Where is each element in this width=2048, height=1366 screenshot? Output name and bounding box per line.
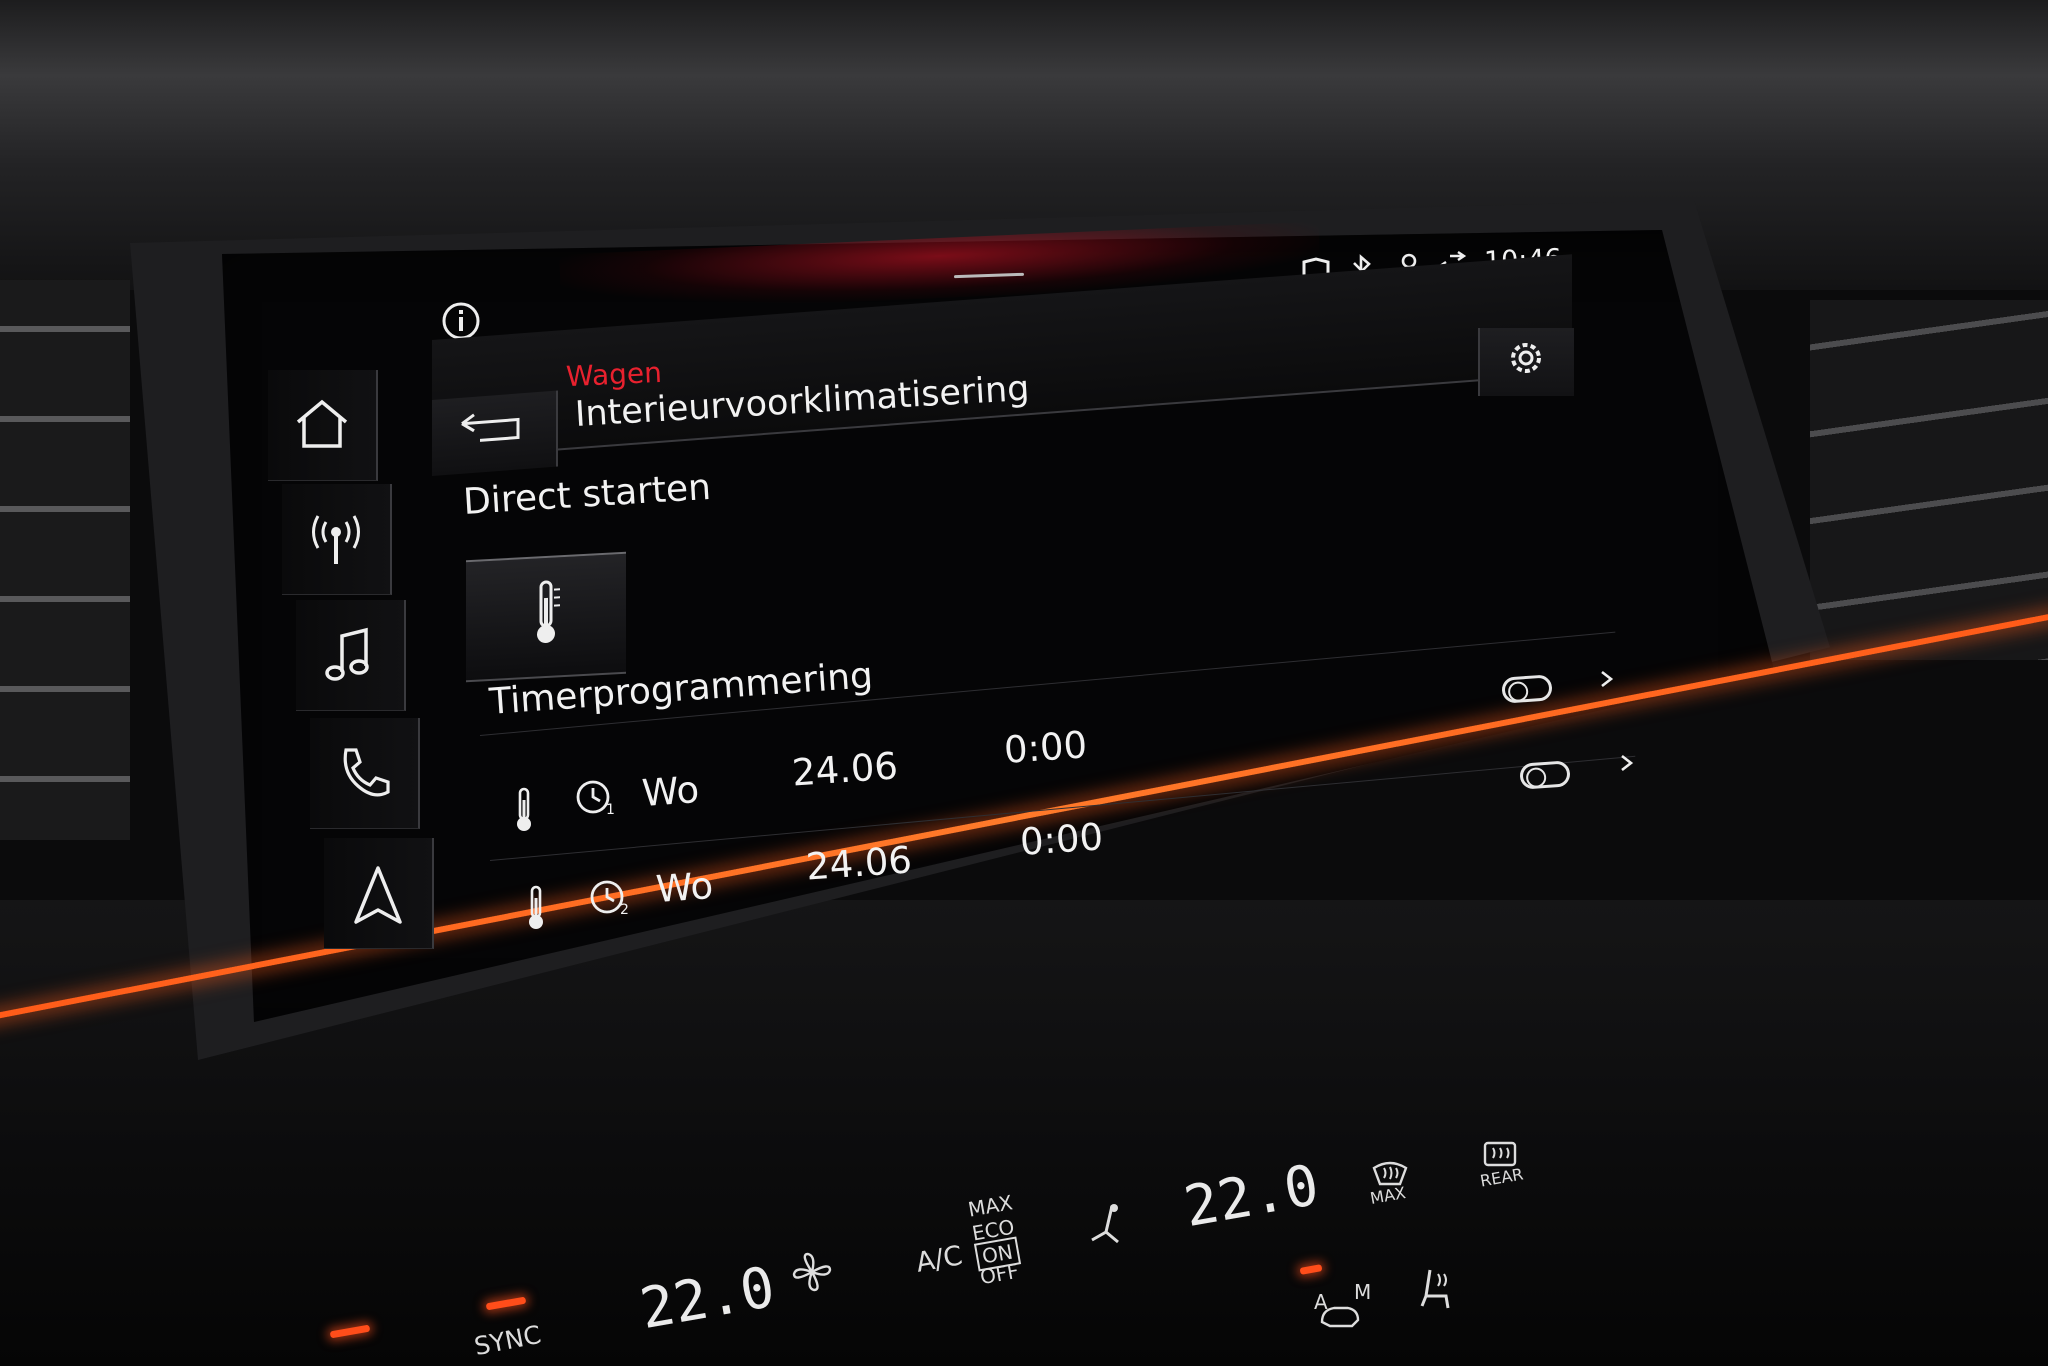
thermometer-icon <box>524 884 548 932</box>
timer-toggle[interactable] <box>1519 760 1571 790</box>
direct-start-label: Direct starten <box>462 466 713 523</box>
rear-defrost-icon[interactable] <box>1482 1140 1518 1168</box>
sidebar-item-phone[interactable] <box>310 718 420 829</box>
seat-airflow-icon[interactable] <box>1086 1202 1126 1252</box>
pull-down-handle[interactable] <box>953 272 1025 279</box>
gear-icon <box>1511 343 1541 373</box>
timer-index: 1 <box>606 802 615 818</box>
timer-time: 0:00 <box>1002 723 1089 772</box>
music-note-icon <box>325 627 369 681</box>
direct-start-button[interactable] <box>466 551 626 683</box>
back-arrow-icon <box>461 413 520 442</box>
timer-day: Wo <box>640 768 701 815</box>
timer-time: 0:00 <box>1018 815 1105 864</box>
timer-date: 24.06 <box>790 744 900 795</box>
back-button[interactable] <box>432 390 558 476</box>
sidebar-item-media[interactable] <box>296 600 406 711</box>
thermometer-icon <box>512 786 536 834</box>
timer-day: Wo <box>654 864 715 911</box>
settings-button[interactable] <box>1478 328 1574 396</box>
recirculation-icon[interactable] <box>1316 1300 1366 1330</box>
thermometer-icon <box>537 580 560 644</box>
timer-date: 24.06 <box>804 838 914 889</box>
phone-icon <box>343 748 390 797</box>
sidebar-item-radio[interactable] <box>282 484 392 595</box>
fan-icon[interactable] <box>790 1250 834 1294</box>
navigation-arrow-icon <box>354 866 402 924</box>
chevron-right-icon[interactable] <box>1618 752 1636 776</box>
timer-index: 2 <box>620 902 629 918</box>
sidebar-item-home[interactable] <box>268 370 378 481</box>
seat-heating-icon[interactable] <box>1416 1266 1456 1312</box>
breadcrumb[interactable]: Wagen <box>565 356 662 393</box>
timer-toggle[interactable] <box>1501 674 1553 704</box>
antenna-icon <box>312 515 360 564</box>
chevron-right-icon[interactable] <box>1598 668 1616 692</box>
sidebar-item-navigation[interactable] <box>324 838 434 949</box>
home-icon <box>296 399 348 448</box>
